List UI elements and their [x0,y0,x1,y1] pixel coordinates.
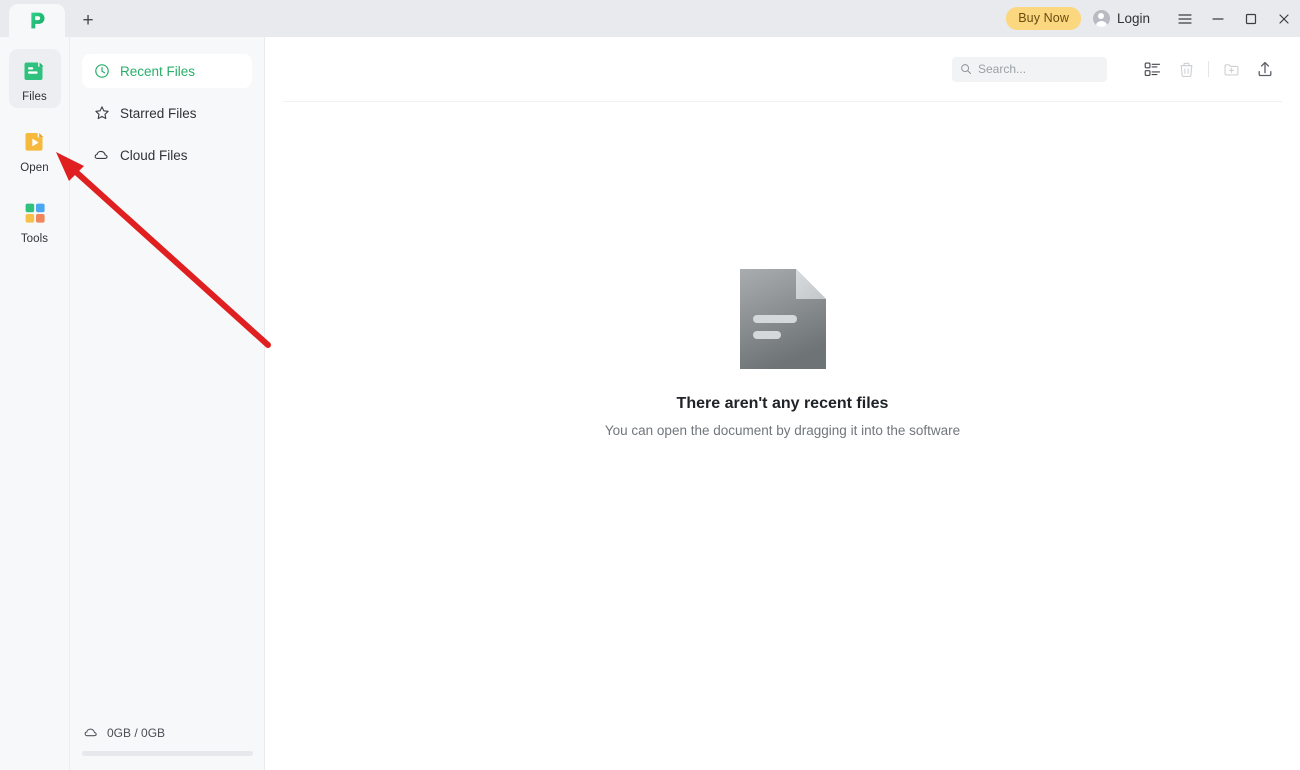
cloud-icon [94,150,108,159]
storage-row: 0GB / 0GB [82,725,253,740]
search-placeholder: Search... [978,62,1027,76]
sidebar-item-label: Recent Files [120,63,196,79]
empty-state-subtitle: You can open the document by dragging it… [604,423,961,438]
application-window: + Buy Now Login Files Open Tools Recent … [0,0,1300,770]
toolbar-bottom-divider [283,101,1282,102]
left-rail: Files Open Tools [0,37,70,770]
search-input[interactable]: Search... [952,56,1107,82]
new-folder-icon [1224,63,1238,75]
empty-state-title: There aren't any recent files [676,395,889,412]
sidebar-item-recent-files[interactable]: Recent Files [82,54,252,88]
maximize-icon [1245,13,1256,24]
title-bar: + Buy Now Login [0,0,1300,37]
login-button[interactable]: Login [1092,10,1150,27]
maximize-button[interactable] [1234,0,1267,37]
rail-item-label: Open [20,162,49,174]
new-tab-label: + [82,9,94,31]
files-icon [24,62,44,80]
avatar-icon [1092,10,1110,27]
trash-icon [1180,62,1192,77]
sidebar-nav: Recent Files Starred Files Cloud Files [70,37,264,172]
sidebar-item-label: Starred Files [120,105,197,121]
storage-text: 0GB / 0GB [107,725,166,740]
star-icon [95,106,109,120]
minimize-button[interactable] [1201,0,1234,37]
login-label: Login [1116,11,1150,26]
tab-strip: + [0,0,103,37]
sidebar-item-label: Cloud Files [120,147,188,163]
list-view-icon [1144,62,1160,76]
app-logo-p-icon [30,12,44,29]
empty-state: There aren't any recent files You can op… [265,37,1300,770]
sidebar-item-starred-files[interactable]: Starred Files [82,96,252,130]
document-placeholder-icon [739,269,826,369]
tools-grid-icon [25,203,45,223]
close-button[interactable] [1267,0,1300,37]
minimize-icon [1211,17,1224,20]
new-tab-button[interactable]: + [73,5,103,35]
list-view-button[interactable] [1135,52,1169,86]
title-bar-right: Buy Now Login [1006,0,1300,37]
toolbar-divider [1208,61,1209,77]
buy-now-button[interactable]: Buy Now [1006,7,1081,30]
clock-icon [95,64,109,78]
rail-item-files[interactable]: Files [8,49,61,108]
open-file-icon [25,133,43,151]
upload-icon [1258,61,1272,77]
storage-indicator: 0GB / 0GB [70,725,265,756]
main-panel: Search... There aren't any recent files … [265,37,1300,770]
delete-button[interactable] [1169,52,1203,86]
new-folder-button[interactable] [1214,52,1248,86]
rail-item-tools[interactable]: Tools [9,191,61,250]
sidebar-item-cloud-files[interactable]: Cloud Files [82,138,252,172]
storage-progress-bar [82,751,253,756]
sidebar: Recent Files Starred Files Cloud Files 0… [70,37,265,770]
main-toolbar: Search... [265,37,1300,101]
close-icon [1278,13,1289,24]
rail-item-label: Tools [20,233,49,245]
hamburger-menu-button[interactable] [1168,0,1201,37]
cloud-icon [84,728,97,737]
search-icon [961,64,971,74]
upload-button[interactable] [1248,52,1282,86]
rail-item-label: Files [22,91,47,103]
hamburger-menu-icon [1177,13,1192,24]
document-tab[interactable] [9,4,65,37]
rail-item-open[interactable]: Open [9,120,61,179]
